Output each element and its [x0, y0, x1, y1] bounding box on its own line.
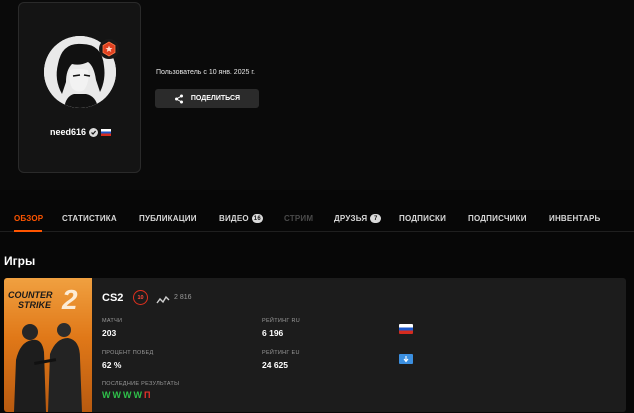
tab-friends[interactable]: ДРУЗЬЯ 7: [334, 214, 382, 223]
games-section-title: Игры: [4, 254, 36, 268]
share-button[interactable]: ПОДЕЛИТЬСЯ: [155, 89, 259, 108]
europe-region-icon: [399, 354, 413, 364]
rating-eu-value: 24 625: [262, 360, 288, 370]
video-count-badge: 16: [251, 214, 263, 223]
tab-label: СТРИМ: [284, 214, 314, 223]
cover-logo-line2: STRIKE: [18, 300, 52, 310]
recent-results-label: ПОСЛЕДНИЕ РЕЗУЛЬТАТЫ: [102, 381, 180, 387]
game-cover[interactable]: COUNTER STRIKE 2: [4, 278, 92, 412]
tab-label: ПОДПИСЧИКИ: [468, 214, 527, 223]
nickname[interactable]: need616: [50, 127, 86, 137]
russia-flag-icon: [101, 128, 112, 136]
tab-subscribers[interactable]: ПОДПИСЧИКИ: [468, 214, 527, 223]
recent-results: W W W W П: [102, 390, 150, 400]
member-since: Пользователь с 10 янв. 2025 г.: [156, 69, 255, 76]
tab-statistics[interactable]: СТАТИСТИКА: [62, 214, 117, 223]
level-badge-icon: [99, 39, 119, 59]
result-item: W: [123, 390, 132, 400]
tab-stream: СТРИМ: [284, 214, 313, 223]
tab-overview[interactable]: ОБЗОР: [14, 214, 43, 223]
matches-value: 203: [102, 328, 117, 338]
elo-trend-icon: [156, 292, 170, 310]
tab-subscriptions[interactable]: ПОДПИСКИ: [399, 214, 446, 223]
friends-count-badge: 7: [370, 214, 382, 223]
result-item: W: [112, 390, 122, 400]
cover-logo-number: 2: [62, 284, 78, 315]
tab-label: ПУБЛИКАЦИИ: [139, 214, 197, 223]
result-item: П: [144, 390, 151, 400]
russia-flag-icon: [399, 324, 413, 334]
tab-inventory[interactable]: ИНВЕНТАРЬ: [549, 214, 600, 223]
skill-level-badge: 10: [133, 290, 148, 305]
tab-label: ПОДПИСКИ: [399, 214, 447, 223]
cover-logo-line1: COUNTER: [8, 290, 53, 300]
tab-publications[interactable]: ПУБЛИКАЦИИ: [139, 214, 197, 223]
profile-tabs: ОБЗОР СТАТИСТИКА ПУБЛИКАЦИИ ВИДЕО 16 СТР…: [0, 208, 634, 232]
cover-logo-text: COUNTER STRIKE: [8, 290, 53, 310]
profile-header: need616 Пользователь с 10 янв. 2025 г. П…: [0, 0, 634, 190]
elo-value: 2 816: [174, 294, 192, 301]
share-icon: [174, 94, 183, 103]
matches-label: МАТЧИ: [102, 318, 123, 324]
tab-video[interactable]: ВИДЕО 16: [219, 214, 263, 223]
rating-ru-label: РЕЙТИНГ RU: [262, 318, 301, 324]
tab-label: ИНВЕНТАРЬ: [549, 214, 601, 223]
game-name: CS2: [102, 292, 124, 304]
game-card-cs2[interactable]: COUNTER STRIKE 2 CS2 10 2 816 МАТЧИ 203 …: [4, 278, 626, 412]
winrate-value: 62 %: [102, 360, 122, 370]
active-tab-indicator: [14, 230, 42, 232]
result-item: W: [133, 390, 143, 400]
rating-ru-value: 6 196: [262, 328, 284, 338]
profile-card: need616: [18, 2, 141, 173]
verified-icon: [89, 127, 99, 137]
winrate-label: ПРОЦЕНТ ПОБЕД: [102, 350, 154, 356]
tab-label: ВИДЕО: [219, 214, 249, 223]
tab-label: ДРУЗЬЯ: [334, 214, 368, 223]
rating-eu-label: РЕЙТИНГ EU: [262, 350, 300, 356]
share-label: ПОДЕЛИТЬСЯ: [190, 95, 241, 102]
tab-label: СТАТИСТИКА: [62, 214, 117, 223]
nickname-row: need616: [19, 127, 142, 137]
result-item: W: [102, 390, 111, 400]
tab-label: ОБЗОР: [14, 214, 44, 223]
